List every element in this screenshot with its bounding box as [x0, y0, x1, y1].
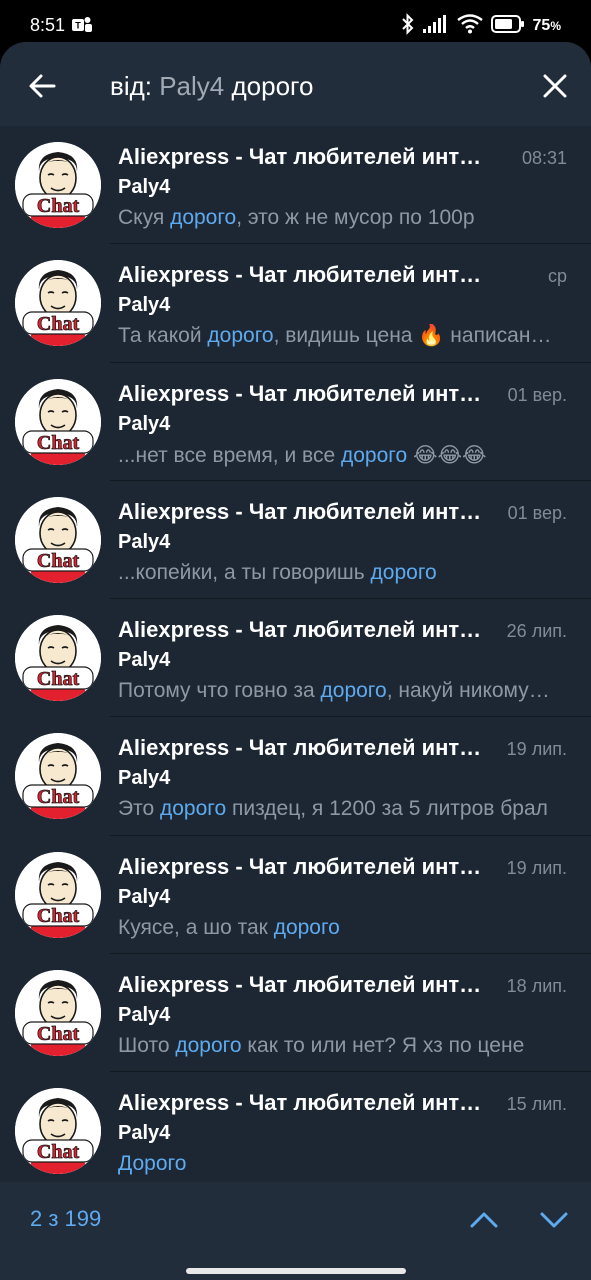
chat-avatar: Chat [15, 1088, 101, 1175]
chat-title: Aliexpress - Чат любителей интернет-шопи… [118, 735, 490, 761]
message-snippet: Дорого [118, 1152, 552, 1176]
search-navigation-bar: 2 з 199 [0, 1182, 591, 1280]
message-snippet: Шото дорого как то или нет? Я хз по цене [118, 1034, 525, 1058]
chat-avatar: Chat [15, 970, 101, 1057]
chat-title: Aliexpress - Чат любителей интернет-шопи… [118, 853, 490, 879]
chevron-up-icon [470, 1212, 498, 1228]
next-result-button[interactable] [532, 1198, 576, 1242]
search-header: від: Paly4 дорого [0, 42, 591, 126]
search-match: Дорого [118, 1152, 187, 1176]
search-match: дорого [170, 206, 237, 229]
close-search-button[interactable] [533, 64, 577, 108]
search-result-row[interactable]: Chat Aliexpress - Чат любителей интернет… [0, 244, 591, 363]
chat-title: Aliexpress - Чат любителей интернет-шопи… [118, 380, 490, 406]
message-sender: Paly4 [118, 530, 171, 553]
search-result-row[interactable]: Chat Aliexpress - Чат любителей интернет… [0, 126, 591, 245]
arrow-left-icon [29, 74, 56, 98]
wifi-icon [456, 13, 483, 39]
svg-text:Chat: Chat [37, 668, 80, 690]
search-result-row[interactable]: Chat Aliexpress - Чат любителей интернет… [0, 1072, 591, 1190]
message-sender: Paly4 [118, 1004, 171, 1027]
search-result-row[interactable]: Chat Aliexpress - Чат любителей интернет… [0, 717, 591, 836]
message-date: 19 лип. [506, 739, 567, 760]
chat-avatar: Chat [15, 142, 101, 228]
battery-icon [490, 14, 525, 38]
search-result-row[interactable]: Chat Aliexpress - Чат любителей интернет… [0, 481, 591, 600]
previous-result-button[interactable] [462, 1198, 506, 1242]
search-match: дорого [340, 443, 408, 467]
battery-percent: 75 [532, 17, 551, 34]
message-snippet: ...нет все время, и все дорого 😂😂😂 [118, 443, 487, 467]
chat-avatar: Chat [15, 615, 101, 702]
search-match: дорого [320, 679, 387, 703]
message-date: 01 вер. [507, 502, 567, 523]
message-date: 15 лип. [506, 1094, 567, 1115]
search-results-list: Chat Aliexpress - Чат любителей интернет… [0, 126, 591, 1191]
back-button[interactable] [20, 64, 64, 108]
chat-title: Aliexpress - Чат любителей интернет-шопи… [118, 1090, 490, 1116]
search-match: дорого [273, 915, 340, 939]
message-snippet: Скуя дорого, это ж не мусор по 100р [118, 206, 475, 229]
search-match: дорого [175, 1034, 242, 1058]
svg-text:Chat: Chat [37, 313, 80, 335]
search-match: дорого [370, 560, 437, 584]
message-sender: Paly4 [118, 885, 171, 908]
chat-avatar: Chat [15, 260, 101, 347]
svg-text:Chat: Chat [37, 432, 80, 454]
close-icon [543, 74, 567, 98]
message-date: 19 лип. [506, 857, 567, 878]
message-date: 08:31 [521, 148, 567, 168]
message-date: 01 вер. [507, 384, 567, 405]
svg-text:T: T [75, 21, 81, 31]
chat-title: Aliexpress - Чат любителей интернет-шопи… [118, 972, 490, 998]
chat-avatar: Chat [15, 851, 101, 938]
home-indicator[interactable] [186, 1268, 406, 1274]
chat-title: Aliexpress - Чат любителей интернет-шопи… [118, 617, 490, 643]
svg-text:Chat: Chat [37, 195, 80, 217]
svg-text:Chat: Chat [37, 905, 80, 927]
message-sender: Paly4 [118, 176, 171, 198]
message-sender: Paly4 [118, 294, 171, 317]
message-snippet: Куясе, а шо так дорого [118, 915, 340, 939]
search-from-prefix: від: [110, 71, 160, 101]
status-icons: 75% [401, 12, 561, 40]
message-snippet: Та какой дорого, видишь цена 🔥 написано … [118, 324, 552, 348]
message-sender: Paly4 [118, 767, 171, 790]
search-term: дорого [224, 71, 314, 101]
search-results-screen: від: Paly4 дорого Chat Aliexpress - Чат … [0, 42, 591, 1280]
svg-text:Chat: Chat [37, 1141, 80, 1163]
message-sender: Paly4 [118, 1122, 171, 1145]
message-date: ср [547, 266, 567, 287]
result-counter: 2 з 199 [30, 1206, 102, 1231]
message-snippet: Потому что говно за дорого, накуй никому… [118, 679, 552, 703]
chat-avatar: Chat [15, 378, 101, 465]
search-result-row[interactable]: Chat Aliexpress - Чат любителей интернет… [0, 599, 591, 718]
teams-app-icon: T [72, 16, 92, 34]
search-result-row[interactable]: Chat Aliexpress - Чат любителей интернет… [0, 363, 591, 481]
message-snippet: ...копейки, а ты говоришь дорого [118, 560, 437, 584]
chat-avatar: Chat [15, 496, 101, 583]
message-snippet: Это дорого пиздец, я 1200 за 5 литров бр… [118, 797, 548, 821]
svg-text:Chat: Chat [37, 550, 80, 572]
svg-text:Chat: Chat [37, 786, 80, 808]
search-match: дорого [160, 797, 227, 821]
search-sender-chip: Paly4 [159, 71, 225, 101]
search-match: дорого [207, 324, 274, 348]
chevron-down-icon [540, 1212, 568, 1228]
status-time: 8:51 [30, 15, 66, 35]
chat-title: Aliexpress - Чат любителей интернет-шопи… [118, 498, 490, 524]
chat-title: Aliexpress - Чат любителей интернет-шопи… [118, 144, 490, 169]
message-date: 18 лип. [506, 976, 567, 997]
message-sender: Paly4 [118, 649, 171, 672]
search-result-row[interactable]: Chat Aliexpress - Чат любителей интернет… [0, 954, 591, 1073]
chat-avatar: Chat [15, 733, 101, 820]
search-result-row[interactable]: Chat Aliexpress - Чат любителей интернет… [0, 836, 591, 955]
search-input[interactable]: від: Paly4 дорого [110, 70, 313, 102]
chat-title: Aliexpress - Чат любителей интернет-шопи… [118, 262, 490, 288]
message-date: 26 лип. [506, 621, 567, 642]
svg-text:Chat: Chat [37, 1023, 80, 1045]
bluetooth-icon [401, 12, 415, 40]
message-sender: Paly4 [118, 412, 171, 435]
signal-icon [422, 14, 449, 39]
